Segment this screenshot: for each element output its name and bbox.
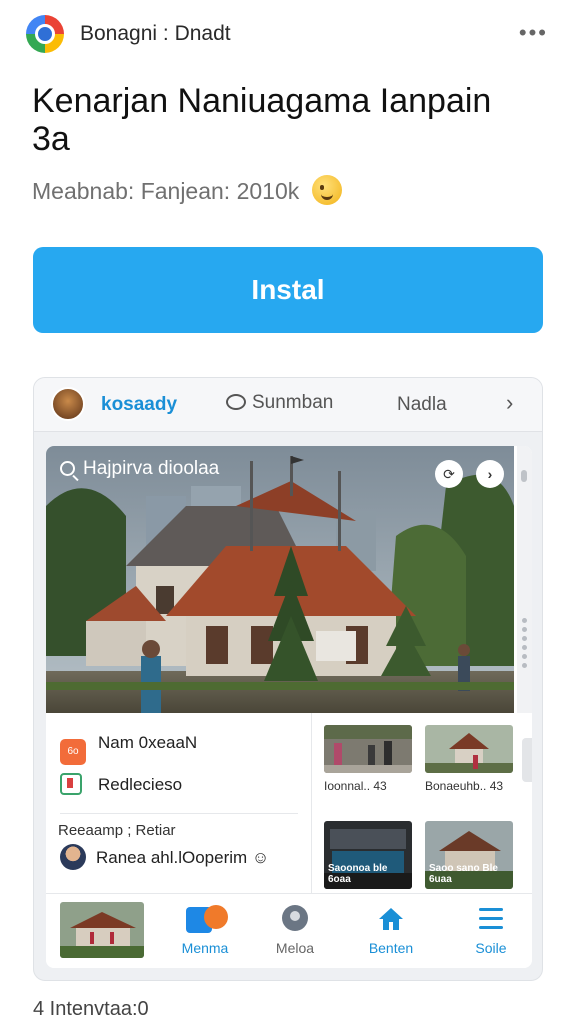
app-name: Bonagni : Dnadt	[80, 22, 231, 45]
thumbnail-overlay-text: Saoonoa ble 6oaa	[328, 863, 388, 885]
nav-thumbnail[interactable]	[60, 902, 144, 958]
drag-handle-icon	[522, 618, 527, 672]
app-logo	[26, 15, 64, 53]
nav-item-benten[interactable]: Benten	[356, 904, 426, 956]
nav-label: Meloa	[275, 940, 315, 956]
thumbnail[interactable]: Saoo sano Ble 6uaa	[425, 821, 513, 889]
thumbnail-caption: Bonaeuhb.. 43	[425, 779, 504, 793]
hero-photo[interactable]: Hajpirva dioolaa ⟳ ›	[46, 446, 514, 713]
listing-title: Kenarjan Naniuagama Ianpain 3a	[32, 82, 492, 158]
thumbnail-image	[324, 725, 412, 773]
refresh-button[interactable]: ⟳	[435, 460, 463, 488]
search-icon	[60, 461, 75, 476]
more-horizontal-icon[interactable]: •••	[519, 22, 548, 44]
listing-meta: Meabnab: Fanjean: 2010k	[32, 175, 342, 205]
app-badge-icon: 6o	[60, 739, 86, 765]
notification-dot-icon	[204, 905, 228, 929]
nav-item-menma[interactable]: Menma	[170, 904, 240, 956]
nav-label: Soile	[475, 940, 507, 956]
thumbnail-image	[425, 725, 513, 773]
list-item-label: Nam 0xeaaN	[98, 733, 198, 752]
list-item-label: Redlecieso	[98, 775, 183, 794]
top-bar: Bonagni : Dnadt •••	[0, 0, 576, 70]
nav-label: Menma	[181, 940, 229, 956]
avatar[interactable]	[51, 387, 85, 421]
wink-emoji-icon	[311, 175, 342, 205]
thumbnail-image: Saoo sano Ble 6uaa	[425, 821, 513, 889]
next-photo-button[interactable]: ›	[476, 460, 504, 488]
chat-bubble-icon	[226, 394, 246, 410]
footer-text: 4 Intenvtaa:0	[33, 998, 149, 1020]
scrollbar[interactable]	[517, 446, 532, 713]
detail-list: 6o Nam 0xeaaN Redlecieso Reeaamp ; Retiar…	[46, 713, 312, 893]
list-item-label: Ranea ahl.lOoperim ☺	[96, 848, 270, 867]
menu-icon	[479, 908, 503, 930]
nav-item-soile[interactable]: Soile	[456, 904, 526, 956]
preview-card: kosaady Sunmban Nadla › Hajpirva dioolaa…	[33, 377, 543, 981]
listing-meta-text: Meabnab: Fanjean: 2010k	[32, 178, 300, 204]
preview-panel: Hajpirva dioolaa ⟳ › 6o Nam 0xeaaN Redlec…	[46, 446, 532, 968]
thumbnail[interactable]: Ioonnal.. 43	[324, 725, 412, 793]
tab-source-label: Sunmban	[252, 392, 334, 413]
list-item[interactable]: Redlecieso	[60, 773, 182, 795]
list-item[interactable]: 6o Nam 0xeaaN	[60, 733, 197, 765]
thumbnail-overlay-text: Saoo sano Ble 6uaa	[429, 863, 498, 885]
tab-third[interactable]: Nadla	[397, 394, 447, 416]
thumbnail[interactable]: Bonaeuhb.. 43	[425, 725, 513, 793]
side-drawer-handle[interactable]	[522, 738, 532, 782]
install-button[interactable]: Instal	[33, 247, 543, 333]
tab-source[interactable]: Sunmban	[226, 392, 333, 414]
divider	[60, 813, 298, 814]
bottom-nav: Menma Meloa Benten Soile	[46, 893, 532, 968]
thumbnail-caption: Ioonnal.. 43	[324, 779, 387, 793]
chevron-right-icon[interactable]: ›	[506, 390, 513, 416]
preview-tabs: kosaady Sunmban Nadla ›	[34, 378, 542, 432]
document-icon	[60, 773, 82, 795]
section-heading: Reeaamp ; Retiar	[58, 822, 176, 839]
home-icon	[379, 908, 403, 930]
tab-active[interactable]: kosaady	[101, 394, 177, 416]
photo-search[interactable]: Hajpirva dioolaa	[60, 458, 219, 480]
scrollbar-thumb[interactable]	[521, 470, 527, 482]
list-item[interactable]: Ranea ahl.lOoperim ☺	[60, 844, 269, 870]
nav-label: Benten	[368, 940, 414, 956]
nav-item-meloa[interactable]: Meloa	[260, 904, 330, 956]
thumbnail-image: Saoonoa ble 6oaa	[324, 821, 412, 889]
avatar	[60, 844, 86, 870]
thumbnail[interactable]: Saoonoa ble 6oaa	[324, 821, 412, 889]
profile-icon	[282, 905, 308, 931]
photo-search-text: Hajpirva dioolaa	[83, 458, 220, 479]
